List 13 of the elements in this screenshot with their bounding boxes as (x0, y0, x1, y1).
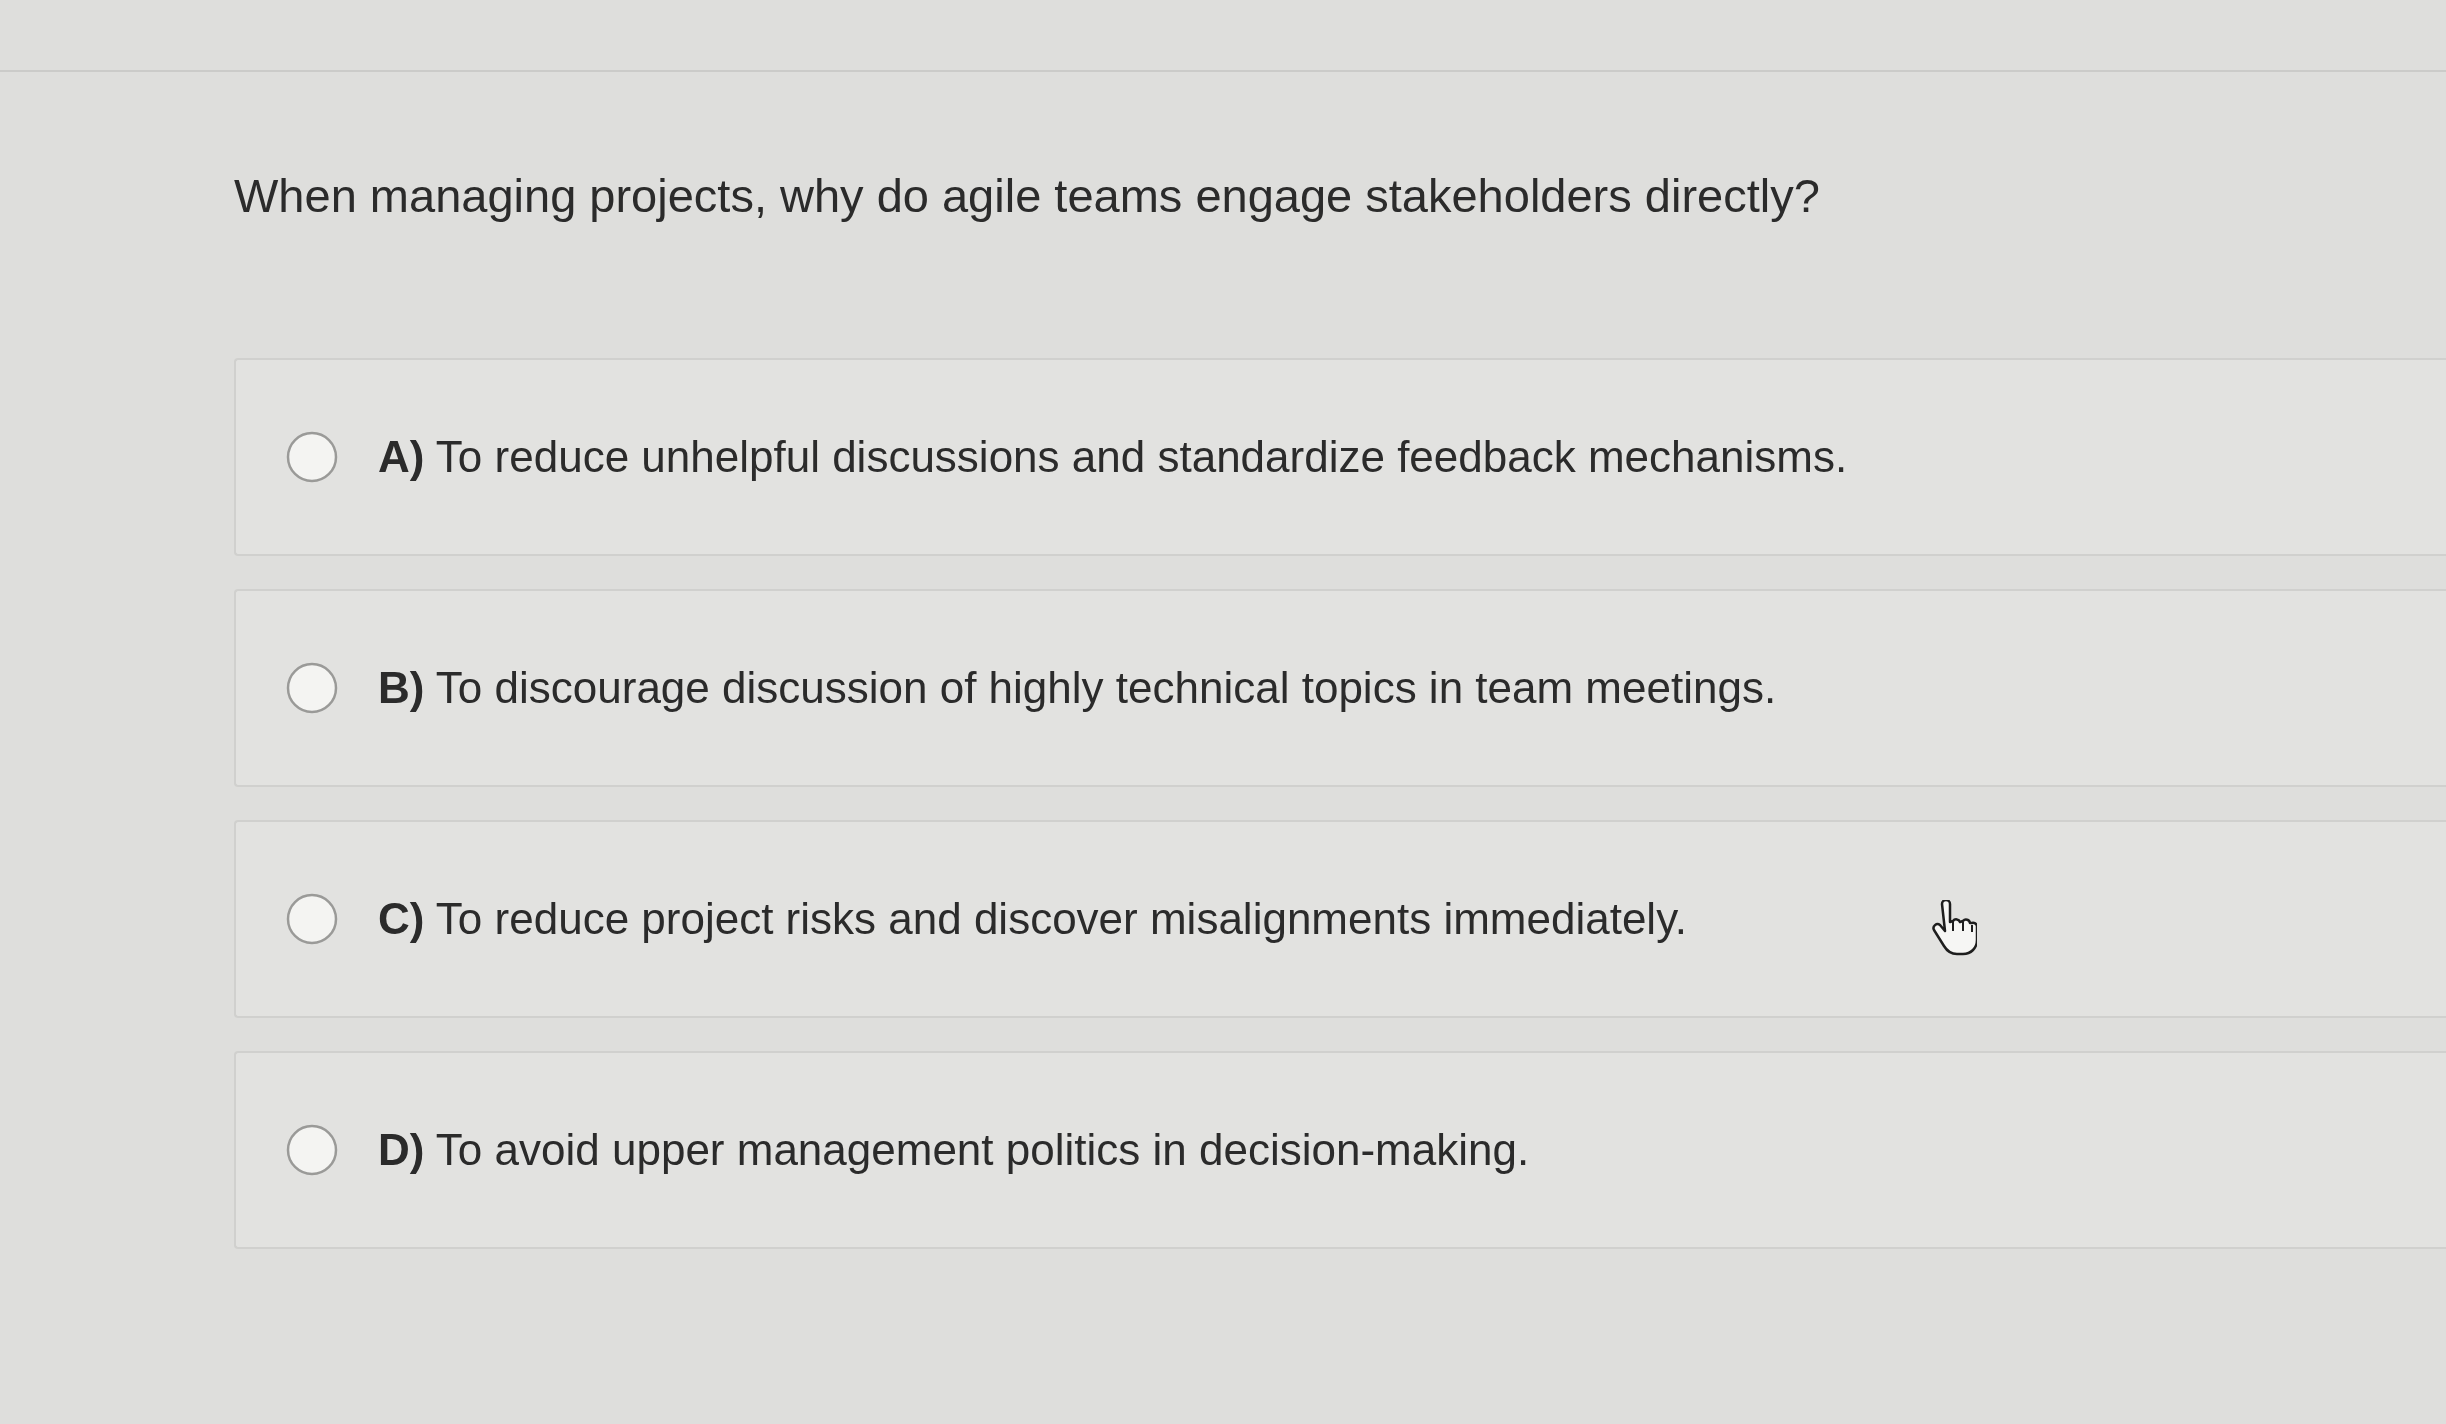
answer-option[interactable]: D) To avoid upper management politics in decision-making. (234, 1051, 2446, 1249)
option-text: A) To reduce unhelpful discussions and standardize feedback mechanisms. (378, 431, 1848, 483)
radio-button[interactable] (286, 893, 338, 945)
answer-option[interactable]: A) To reduce unhelpful discussions and standardize feedback mechanisms. (234, 358, 2446, 556)
radio-button[interactable] (286, 662, 338, 714)
radio-button[interactable] (286, 1124, 338, 1176)
question-text: When managing projects, why do agile teams engage stakeholders directly? (234, 168, 1820, 224)
answer-option[interactable]: C) To reduce project risks and discover misalignments immediately. (234, 820, 2446, 1018)
option-text: D) To avoid upper management politics in decision-making. (378, 1124, 1530, 1176)
option-text: C) To reduce project risks and discover misalignments immediately. (378, 893, 1688, 945)
answer-option[interactable]: B) To discourage discussion of highly technical topics in team meetings. (234, 589, 2446, 787)
radio-button[interactable] (286, 431, 338, 483)
option-text: B) To discourage discussion of highly technical topics in team meetings. (378, 662, 1777, 714)
